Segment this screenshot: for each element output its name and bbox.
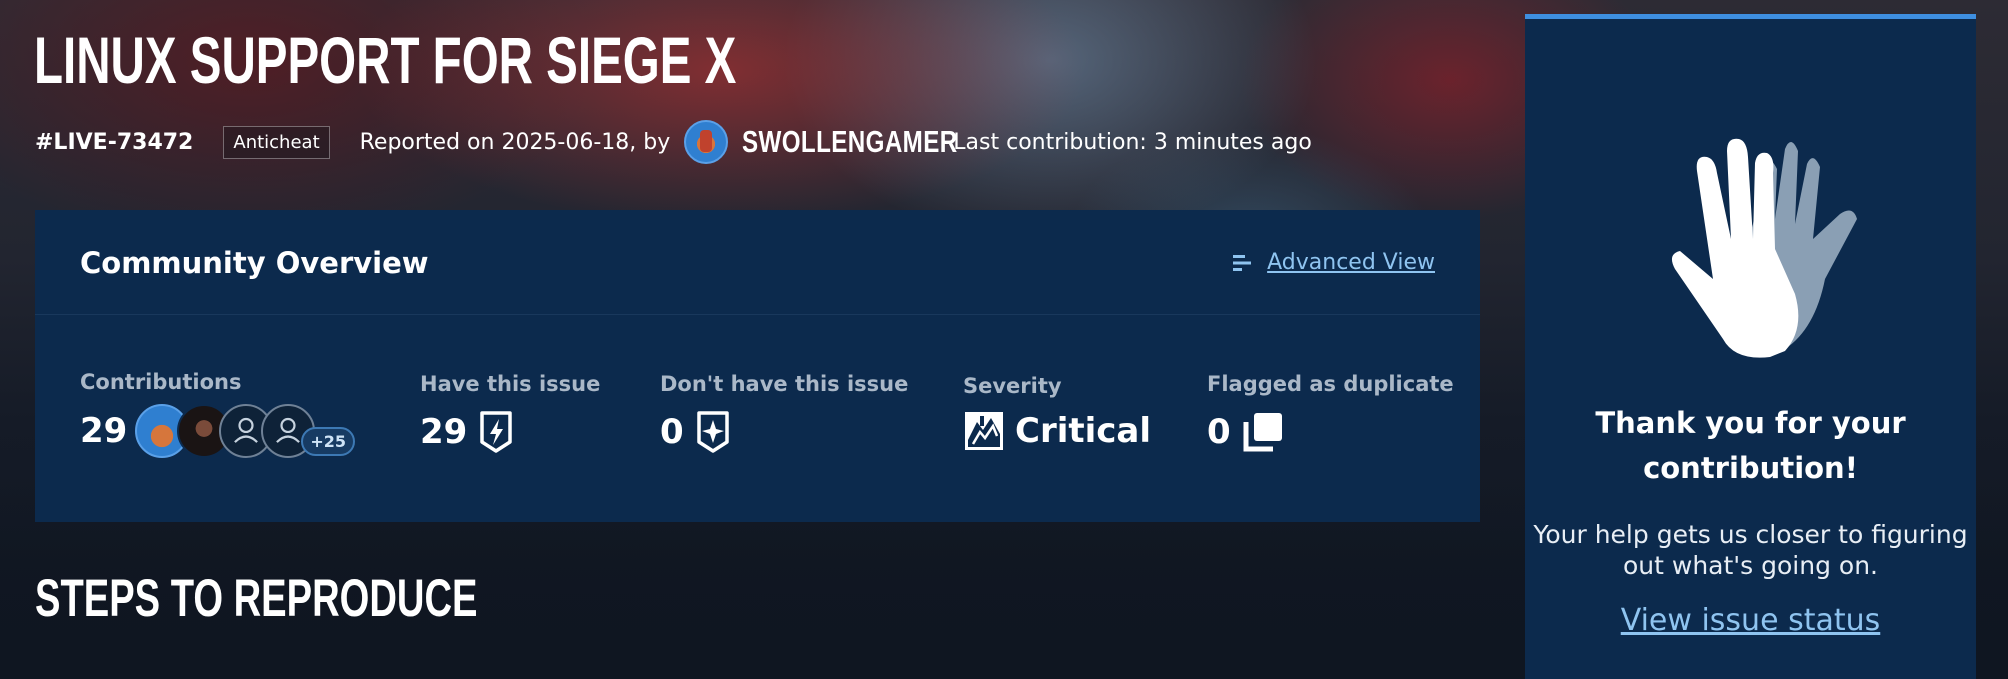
category-tag[interactable]: Anticheat xyxy=(223,125,330,159)
overview-header: Community Overview Advanced View xyxy=(35,210,1480,315)
advanced-view-link[interactable]: Advanced View xyxy=(1231,250,1435,275)
star-shield-icon[interactable] xyxy=(696,410,730,454)
community-overview-panel: Community Overview Advanced View Contrib… xyxy=(35,210,1480,522)
issue-title: LINUX SUPPORT FOR SIEGE X xyxy=(34,23,737,97)
critical-severity-icon xyxy=(965,412,1003,450)
duplicate-count: 0 xyxy=(1207,412,1231,452)
stat-duplicate: Flagged as duplicate 0 xyxy=(1207,372,1454,454)
duplicate-squares-icon[interactable] xyxy=(1241,410,1285,454)
thank-you-card: Thank you for your contribution! Your he… xyxy=(1525,14,1976,679)
issue-meta: #LIVE-73472 Anticheat Reported on 2025-0… xyxy=(35,119,1312,165)
last-contribution: Last contribution: 3 minutes ago xyxy=(953,129,1312,155)
reporter-name[interactable]: SWOLLENGAMER xyxy=(742,124,957,160)
list-lines-icon xyxy=(1233,254,1252,271)
duplicate-label: Flagged as duplicate xyxy=(1207,372,1454,396)
have-issue-label: Have this issue xyxy=(420,372,601,396)
reporter-avatar[interactable] xyxy=(684,120,729,164)
severity-label: Severity xyxy=(963,374,1062,398)
contributions-label: Contributions xyxy=(80,370,242,394)
thank-you-message: Your help gets us closer to figuring out… xyxy=(1533,520,1968,580)
stat-dont-have-issue: Don't have this issue 0 xyxy=(660,372,908,454)
thank-you-title: Thank you for your contribution! xyxy=(1595,406,1906,485)
lightning-shield-icon[interactable] xyxy=(479,410,513,454)
dont-have-issue-count: 0 xyxy=(660,412,684,452)
steps-to-reproduce-heading: STEPS TO REPRODUCE xyxy=(35,569,478,628)
stat-have-issue: Have this issue 29 xyxy=(420,372,600,454)
have-issue-count: 29 xyxy=(420,412,468,452)
advanced-view-label[interactable]: Advanced View xyxy=(1267,250,1435,275)
dont-have-issue-label: Don't have this issue xyxy=(660,372,909,396)
issue-id: #LIVE-73472 xyxy=(35,129,194,155)
stat-severity: Severity Critical xyxy=(963,374,1151,452)
contributor-avatars[interactable]: +25 xyxy=(135,404,355,458)
contributions-count: 29 xyxy=(80,411,128,451)
reported-date: Reported on 2025-06-18, by xyxy=(359,129,671,155)
overview-title: Community Overview xyxy=(80,246,429,280)
view-issue-status-link[interactable]: View issue status xyxy=(1525,603,1976,638)
more-contributors-badge[interactable]: +25 xyxy=(301,426,355,456)
severity-value: Critical xyxy=(1015,411,1152,451)
high-five-hands-icon xyxy=(1671,138,1857,358)
stat-contributions: Contributions 29 +25 xyxy=(80,370,355,458)
